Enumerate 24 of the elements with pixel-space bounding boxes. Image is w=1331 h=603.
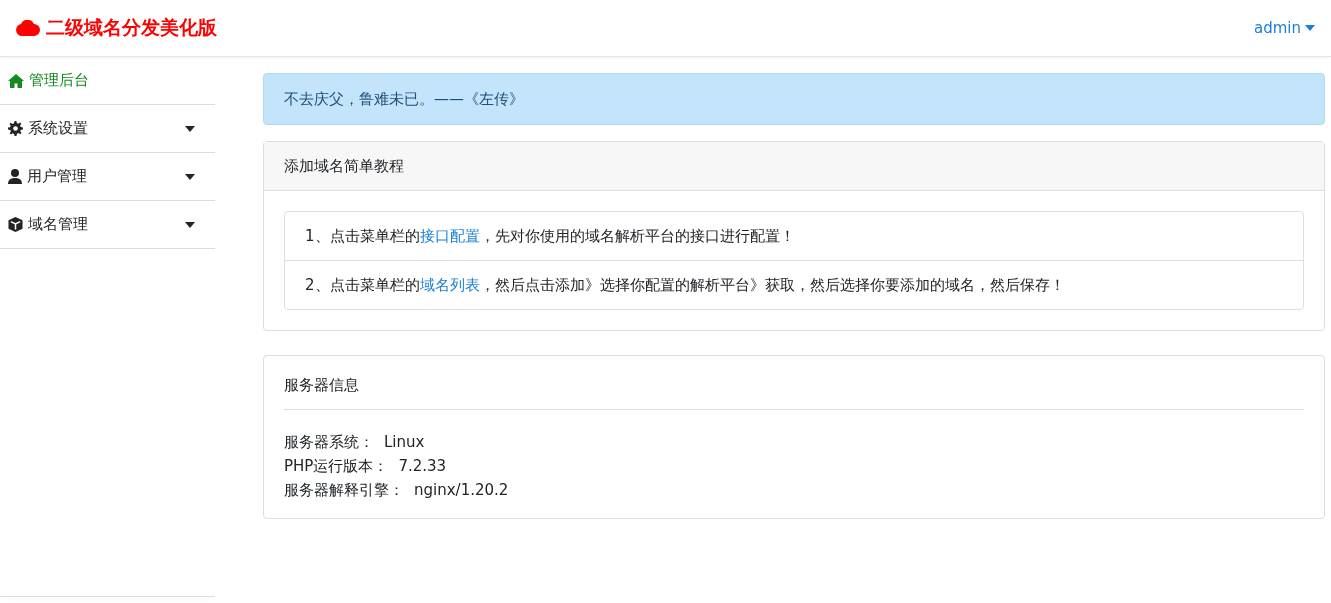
caret-icon — [185, 125, 195, 132]
info-label: 服务器解释引擎： — [284, 480, 404, 501]
user-icon — [8, 169, 22, 184]
cube-icon — [8, 217, 23, 232]
card-header: 添加域名简单教程 — [264, 142, 1324, 191]
quote-alert: 不去庆父，鲁难未已。——《左传》 — [263, 73, 1325, 125]
cloud-icon — [16, 20, 40, 36]
info-label: 服务器系统： — [284, 432, 374, 453]
tutorial-step: 1、点击菜单栏的接口配置，先对你使用的域名解析平台的接口进行配置！ — [285, 212, 1303, 261]
info-value: Linux — [384, 432, 425, 453]
info-label: PHP运行版本： — [284, 456, 389, 477]
menu-link[interactable]: 接口配置 — [419, 226, 480, 246]
caret-icon — [185, 221, 195, 228]
info-value: 7.2.33 — [398, 456, 447, 477]
tutorial-step: 2、点击菜单栏的域名列表，然后点击添加》选择你配置的解析平台》获取，然后选择你要添加的域名，然后保存！ — [285, 261, 1303, 309]
card-title: 服务器信息 — [284, 376, 359, 395]
caret-icon — [185, 173, 195, 180]
info-value: nginx/1.20.2 — [414, 480, 509, 501]
user-menu[interactable]: admin — [1254, 19, 1315, 37]
menu-link[interactable]: 域名列表 — [419, 275, 480, 295]
home-icon — [8, 73, 24, 88]
caret-icon — [1305, 25, 1315, 31]
gear-icon — [8, 121, 23, 136]
brand-title: 二级域名分发美化版 — [46, 15, 217, 40]
